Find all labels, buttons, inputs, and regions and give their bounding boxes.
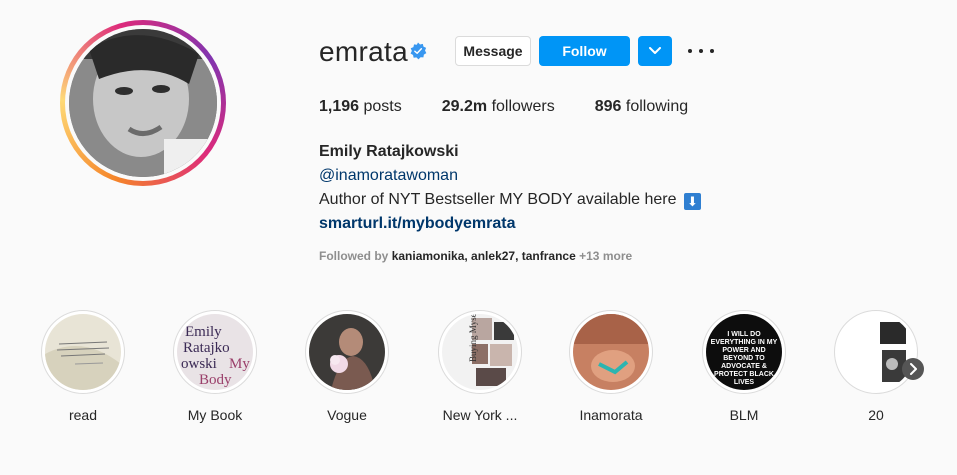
- svg-text:Buying Myself Back: Buying Myself Back: [468, 314, 478, 362]
- posts-stat: 1,196 posts: [319, 98, 402, 116]
- verified-badge-icon: [410, 42, 427, 60]
- highlight-blm[interactable]: I WILL DO EVERYTHING IN MY POWER AND BEY…: [702, 310, 786, 423]
- followers-count: 29.2m: [441, 98, 488, 115]
- svg-text:POWER AND: POWER AND: [722, 347, 765, 354]
- highlight-read[interactable]: read: [41, 310, 125, 423]
- followed-by-more: +13 more: [579, 249, 633, 263]
- highlight-label: read: [68, 407, 98, 423]
- avatar-photo: [69, 29, 217, 177]
- highlight-cover: [838, 314, 914, 390]
- highlight-label: Vogue: [327, 407, 367, 423]
- followers-stat[interactable]: 29.2m followers: [442, 98, 555, 116]
- chevron-right-icon: [910, 363, 917, 375]
- highlight-vogue[interactable]: Vogue: [305, 310, 389, 423]
- profile-stats: 1,196 posts 29.2m followers 896 followin…: [319, 98, 728, 116]
- followers-label: followers: [491, 98, 555, 115]
- follow-button[interactable]: Follow: [539, 36, 630, 66]
- following-stat[interactable]: 896 following: [595, 98, 688, 116]
- external-link[interactable]: smarturl.it/mybodyemrata: [319, 215, 516, 233]
- svg-text:EVERYTHING IN MY: EVERYTHING IN MY: [711, 339, 778, 346]
- svg-text:Body: Body: [199, 372, 232, 388]
- highlight-cover: [45, 314, 121, 390]
- highlight-label: 20: [868, 407, 884, 423]
- bio-line: Author of NYT Bestseller MY BODY availab…: [319, 191, 677, 208]
- svg-text:PROTECT BLACK: PROTECT BLACK: [714, 371, 774, 378]
- full-name: Emily Ratajkowski: [319, 143, 459, 160]
- svg-text:I WILL DO: I WILL DO: [727, 331, 761, 338]
- followed-by[interactable]: Followed by kaniamonika, anlek27, tanfra…: [319, 249, 632, 263]
- profile-avatar-ring[interactable]: [60, 20, 226, 186]
- avatar[interactable]: [69, 29, 217, 177]
- more-options-icon[interactable]: [688, 40, 714, 62]
- following-count: 896: [594, 98, 622, 115]
- chevron-down-icon: [649, 47, 661, 54]
- highlight-cover: Emily Ratajko owski My Body: [177, 314, 253, 390]
- svg-text:Emily: Emily: [185, 324, 222, 340]
- svg-text:My: My: [229, 356, 250, 372]
- highlight-label: BLM: [729, 407, 759, 423]
- highlight-cover: Buying Myself Back: [442, 314, 518, 390]
- svg-text:owski: owski: [181, 356, 217, 372]
- followed-by-prefix: Followed by: [319, 249, 389, 263]
- bio-text: Author of NYT Bestseller MY BODY availab…: [319, 191, 701, 210]
- highlight-inamorata[interactable]: Inamorata: [569, 310, 653, 423]
- highlight-20[interactable]: 20: [834, 310, 918, 423]
- highlight-cover: [309, 314, 385, 390]
- highlight-label: Inamorata: [579, 407, 643, 423]
- message-button[interactable]: Message: [455, 36, 531, 66]
- highlights-next-button[interactable]: [902, 358, 924, 380]
- username: emrata: [319, 36, 408, 67]
- following-label: following: [625, 98, 689, 115]
- svg-text:ADVOCATE &: ADVOCATE &: [721, 363, 767, 370]
- highlight-label: My Book: [187, 407, 243, 423]
- svg-text:BEYOND TO: BEYOND TO: [723, 355, 765, 362]
- down-arrow-emoji-icon: ⬇: [683, 193, 701, 210]
- highlight-new-york[interactable]: Buying Myself Back New York ...: [438, 310, 522, 423]
- posts-label: posts: [363, 98, 402, 115]
- followed-by-names: kaniamonika, anlek27, tanfrance: [391, 249, 576, 263]
- suggested-dropdown-button[interactable]: [638, 36, 672, 66]
- svg-text:LIVES: LIVES: [734, 379, 755, 386]
- highlight-my-book[interactable]: Emily Ratajko owski My Body My Book: [173, 310, 257, 423]
- highlight-cover: [573, 314, 649, 390]
- highlight-label: New York ...: [442, 407, 518, 423]
- posts-count: 1,196: [319, 98, 360, 115]
- mention-link[interactable]: @inamoratawoman: [319, 167, 458, 185]
- svg-text:Ratajko: Ratajko: [183, 340, 230, 356]
- highlight-cover: I WILL DO EVERYTHING IN MY POWER AND BEY…: [706, 314, 782, 390]
